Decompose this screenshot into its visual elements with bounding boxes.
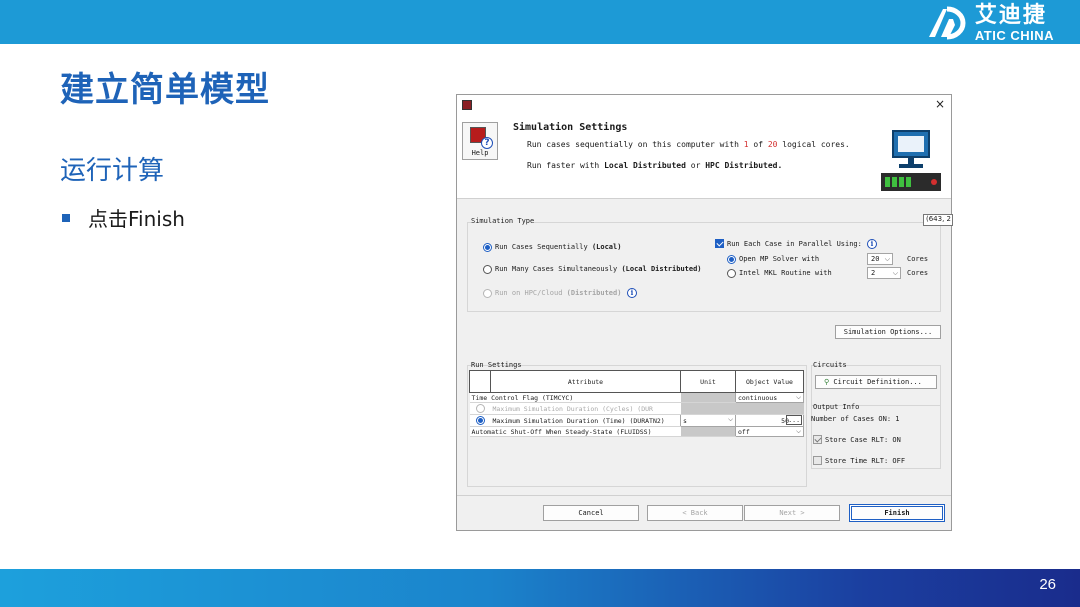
store-case-checkbox[interactable] — [813, 435, 822, 444]
cancel-button[interactable]: Cancel — [543, 505, 639, 521]
bottom-banner — [0, 569, 1080, 607]
store-time-label: Store Time RLT: OFF — [825, 457, 906, 465]
button-bar-divider — [457, 495, 951, 496]
table-cell-value — [735, 402, 804, 415]
close-icon[interactable]: × — [935, 97, 945, 111]
mkl-cores-select[interactable]: 2 ⌵ — [867, 267, 901, 279]
dialog-titlebar[interactable]: × — [457, 95, 951, 115]
logo-english-name: ATIC CHINA — [974, 27, 1054, 43]
page-number: 26 — [1039, 576, 1056, 593]
finish-button[interactable]: Finish — [849, 504, 945, 522]
table-header-select — [469, 370, 491, 393]
bullet-item: 点击Finish — [62, 203, 185, 232]
table-row[interactable]: Time Control Flag (TIMCYC) continuous ⌵ — [469, 392, 804, 403]
computer-icon — [881, 130, 941, 191]
openmp-label: Open MP Solver with — [739, 255, 820, 263]
radio-run-simultaneously[interactable] — [483, 265, 492, 274]
dialog-header: ? Help Simulation Settings Run cases seq… — [457, 115, 951, 199]
back-button[interactable]: < Back — [647, 505, 743, 521]
chevron-down-icon: ⌵ — [796, 427, 801, 436]
atic-logo: 艾迪捷 ATIC CHINA — [925, 4, 1054, 42]
time-control-select[interactable]: continuous ⌵ — [735, 392, 804, 403]
atic-logo-icon — [928, 6, 966, 40]
top-banner — [0, 0, 1080, 44]
store-case-label: Store Case RLT: ON — [825, 436, 901, 444]
distributed-hint-text: Run faster with Local Distributed or HPC… — [527, 161, 783, 170]
hpc-info-icon[interactable]: i — [627, 288, 637, 298]
help-label: Help — [471, 149, 489, 157]
simulation-options-button[interactable]: Simulation Options... — [835, 325, 941, 339]
chevron-down-icon: ⌵ — [892, 269, 898, 277]
circuit-definition-button[interactable]: ⚲ Circuit Definition... — [815, 375, 937, 389]
table-row-select[interactable] — [469, 414, 491, 427]
table-cell-unit — [680, 392, 736, 403]
slide-title: 建立简单模型 — [60, 70, 270, 110]
table-cell-attribute: Time Control Flag (TIMCYC) — [469, 392, 681, 403]
radio-openmp[interactable] — [727, 255, 736, 264]
table-header-value: Object Value — [735, 370, 804, 393]
openmp-cores-select[interactable]: 20 ⌵ — [867, 253, 893, 265]
table-header-attribute: Attribute — [490, 370, 681, 393]
cases-on-text: Number of Cases ON: 1 — [811, 415, 900, 423]
ellipsis-button[interactable]: ... — [786, 415, 802, 425]
table-row[interactable]: Maximum Simulation Duration (Cycles) (DU… — [469, 402, 804, 415]
table-row[interactable]: Automatic Shut-Off When Steady-State (FL… — [469, 426, 804, 437]
chevron-down-icon: ⌵ — [728, 415, 733, 424]
bullet-text: 点击Finish — [88, 207, 185, 231]
chevron-down-icon: ⌵ — [884, 255, 890, 263]
openmp-cores-unit: Cores — [907, 255, 929, 263]
coordinate-readout: (643, 2 — [923, 214, 953, 226]
question-icon: ? — [481, 137, 493, 149]
table-row[interactable]: Maximum Simulation Duration (Time) (DURA… — [469, 414, 804, 427]
mkl-cores-unit: Cores — [907, 269, 929, 277]
circuits-label: Circuits — [813, 361, 847, 369]
run-hpc-label: Run on HPC/Cloud (Distributed) — [495, 289, 622, 297]
circuit-icon: ⚲ — [824, 378, 830, 386]
run-settings-table: Attribute Unit Object Value Time Control… — [469, 370, 804, 437]
run-simultaneously-label: Run Many Cases Simultaneously (Local Dis… — [495, 265, 702, 273]
logo-chinese-name: 艾迪捷 — [974, 2, 1047, 28]
radio-run-hpc[interactable] — [483, 289, 492, 298]
duration-unit-select[interactable]: s ⌵ — [680, 414, 736, 427]
radio-duration-cycles[interactable] — [475, 404, 485, 413]
table-cell-attribute: Maximum Simulation Duration (Time) (DURA… — [490, 414, 681, 427]
table-header-unit: Unit — [680, 370, 736, 393]
run-settings-label: Run Settings — [471, 361, 522, 369]
run-sequentially-label: Run Cases Sequentially (Local) — [495, 243, 622, 251]
output-info-label: Output Info — [813, 403, 860, 411]
next-button[interactable]: Next > — [744, 505, 840, 521]
radio-run-sequentially[interactable] — [483, 243, 492, 252]
table-row-select[interactable] — [469, 402, 491, 415]
dialog-title: Simulation Settings — [513, 122, 628, 133]
parallel-checkbox[interactable] — [715, 239, 724, 248]
store-time-checkbox[interactable] — [813, 456, 822, 465]
parallel-info-icon[interactable]: i — [867, 239, 877, 249]
slide-subtitle: 运行计算 — [60, 156, 165, 186]
steady-state-select[interactable]: off ⌵ — [735, 426, 804, 437]
simulation-settings-dialog: × ? Help Simulation Settings Run cases s… — [456, 94, 953, 531]
duration-value-input[interactable]: 50... — [735, 414, 804, 427]
app-icon — [462, 100, 472, 110]
bullet-square-icon — [62, 213, 70, 222]
radio-duration-time[interactable] — [475, 416, 485, 425]
intel-mkl-label: Intel MKL Routine with — [739, 269, 832, 277]
chevron-down-icon: ⌵ — [796, 393, 801, 402]
parallel-label: Run Each Case in Parallel Using: — [727, 240, 862, 248]
table-cell-attribute: Automatic Shut-Off When Steady-State (FL… — [469, 426, 681, 437]
simulation-type-label: Simulation Type — [471, 217, 535, 225]
table-cell-unit — [680, 402, 736, 415]
table-cell-unit — [680, 426, 736, 437]
table-cell-attribute: Maximum Simulation Duration (Cycles) (DU… — [490, 402, 681, 415]
radio-intel-mkl[interactable] — [727, 269, 736, 278]
help-button[interactable]: ? Help — [462, 122, 498, 160]
cores-info-text: Run cases sequentially on this computer … — [527, 140, 850, 149]
